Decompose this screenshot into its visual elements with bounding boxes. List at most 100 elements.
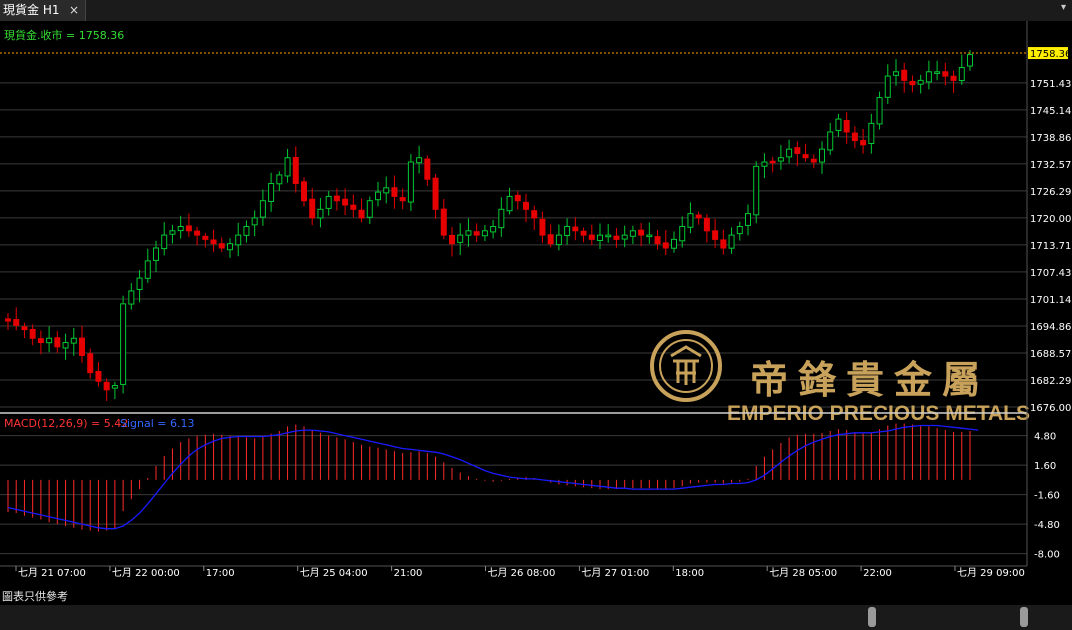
time-tick-label: 21:00 [394, 568, 423, 579]
candle-body [736, 226, 743, 235]
time-tick-label: 七月 22 00:00 [112, 567, 180, 579]
candle-body [712, 230, 719, 240]
candle-body [432, 177, 439, 210]
scrollbar-right-handle[interactable] [1020, 607, 1028, 627]
price-tick-label: 1707.43 [1030, 268, 1071, 279]
candle-body [325, 195, 332, 209]
candle-body [958, 66, 965, 81]
candle-body [687, 213, 694, 228]
candle-body [638, 229, 645, 236]
candle-body [481, 230, 488, 237]
price-tick-label: 1720.00 [1030, 214, 1071, 225]
candle-body [654, 236, 661, 245]
candle-body [120, 303, 127, 385]
candle-body [564, 226, 571, 236]
candle-body [728, 234, 735, 249]
price-tick-label: 1713.71 [1030, 241, 1071, 252]
candle-body [284, 157, 291, 177]
candle-body [416, 157, 423, 164]
scrollbar-left-handle[interactable] [868, 607, 876, 627]
candle-body [317, 208, 324, 219]
candle-body [218, 243, 225, 249]
macd-tick-label: -1.60 [1034, 491, 1060, 502]
candle-body [720, 239, 727, 249]
macd-label: MACD(12,26,9) = 5.42 [4, 417, 128, 430]
candle-body [457, 234, 464, 243]
candle-body [621, 234, 628, 240]
candle-body [153, 247, 159, 261]
candle-body [531, 210, 538, 219]
candle-body [185, 225, 192, 232]
candle-body [745, 213, 751, 226]
candle-body [383, 187, 390, 194]
candle-body [366, 200, 373, 218]
candle-body [424, 158, 431, 180]
macd-tick-label: 4.80 [1034, 432, 1056, 443]
candle-body [925, 71, 932, 83]
candle-body [868, 122, 875, 144]
candle-body [13, 319, 20, 326]
candle-body [407, 161, 414, 203]
candle-body [309, 198, 316, 219]
candle-body [202, 235, 209, 240]
candle-body [597, 234, 603, 242]
time-tick-label: 七月 21 07:00 [18, 567, 86, 579]
candle-body [333, 195, 340, 202]
candle-body [671, 238, 677, 249]
price-tick-label: 1751.43 [1030, 79, 1071, 90]
time-tick-label: 七月 29 09:00 [957, 567, 1025, 579]
price-tick-label: 1726.29 [1030, 187, 1071, 198]
candle-body [21, 326, 28, 331]
time-tick-label: 22:00 [863, 568, 892, 579]
candle-body [588, 234, 595, 240]
time-scrollbar[interactable] [0, 605, 1072, 630]
chart-footer: 圖表只供參考 [0, 587, 1072, 605]
macd-tick-label: 1.60 [1034, 461, 1056, 472]
candle-body [243, 226, 250, 236]
candle-body [629, 230, 636, 237]
candle-body [79, 337, 85, 356]
chevron-down-icon[interactable]: ▾ [1061, 2, 1066, 13]
candle-body [967, 54, 973, 67]
candle-body [103, 381, 110, 391]
candle-body [777, 157, 784, 162]
candle-body [917, 79, 924, 85]
candle-body [942, 71, 949, 77]
price-tick-label: 1738.86 [1030, 133, 1071, 144]
candle-body [87, 353, 94, 374]
candle-body [835, 118, 842, 131]
time-tick-label: 18:00 [675, 568, 704, 579]
close-icon[interactable]: × [69, 0, 79, 21]
candle-body [62, 342, 69, 349]
candle-body [851, 132, 858, 142]
price-tick-label: 1682.29 [1030, 376, 1071, 387]
candle-body [901, 69, 908, 81]
chart-background [0, 21, 1072, 587]
time-tick-label: 七月 27 01:00 [581, 567, 649, 579]
tab-spot-gold-h1[interactable]: 現貨金 H1 × [0, 0, 86, 21]
candle-body [794, 147, 801, 154]
candle-body [827, 131, 834, 151]
time-tick-label: 七月 26 08:00 [488, 567, 556, 579]
candle-body [876, 97, 883, 125]
candle-body [580, 230, 587, 236]
candle-body [514, 194, 521, 202]
signal-label: Signal = 6.13 [120, 417, 195, 430]
candle-body [572, 226, 579, 232]
candle-body [810, 158, 817, 163]
candle-body [235, 234, 242, 246]
time-axis: 七月 21 07:00 七月 22 00:00 17:00 七月 25 04:00 21… [15, 566, 1025, 579]
price-tick-label: 1701.14 [1030, 295, 1071, 306]
candle-body [46, 337, 53, 344]
candle-body [128, 290, 135, 305]
price-tick-label: 1745.14 [1030, 106, 1071, 117]
candle-body [646, 234, 653, 238]
time-tick-label: 17:00 [206, 568, 235, 579]
price-chart[interactable]: 帝鋒貴金屬 EMPERIO PRECIOUS METALS 1751.43174… [0, 21, 1072, 587]
price-tick-label: 1688.57 [1030, 349, 1071, 360]
watermark-chinese: 帝鋒貴金屬 [750, 357, 990, 402]
candle-body [605, 234, 612, 238]
candle-body [819, 148, 825, 163]
tab-bar: 現貨金 H1 × ▾ [0, 0, 1072, 21]
candle-body [506, 195, 513, 212]
